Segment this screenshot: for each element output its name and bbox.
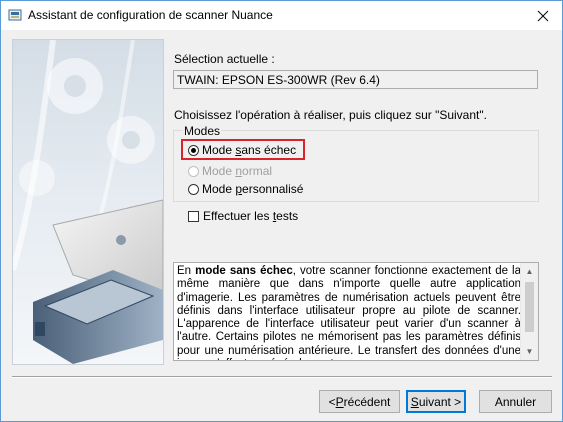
description-textbox[interactable]: En mode sans échec, votre scanner foncti… bbox=[173, 262, 539, 361]
radio-indicator bbox=[188, 144, 199, 156]
description-text: En mode sans échec, votre scanner foncti… bbox=[177, 265, 521, 360]
scroll-thumb[interactable] bbox=[525, 282, 534, 332]
wizard-side-image bbox=[12, 39, 164, 365]
back-button[interactable]: < Précédent bbox=[319, 390, 400, 413]
scroll-up-icon[interactable]: ▲ bbox=[521, 263, 538, 280]
radio-label: Mode sans échec bbox=[202, 143, 297, 157]
dialog-window: Assistant de configuration de scanner Nu… bbox=[0, 0, 563, 422]
window-title: Assistant de configuration de scanner Nu… bbox=[28, 8, 273, 22]
radio-label: Mode normal bbox=[202, 164, 273, 178]
radio-indicator bbox=[188, 183, 199, 195]
scroll-down-icon[interactable]: ▼ bbox=[521, 343, 538, 360]
checkbox-indicator bbox=[188, 210, 199, 222]
radio-normal-mode[interactable]: Mode normal bbox=[188, 164, 272, 178]
radio-safe-mode[interactable]: Mode sans échec bbox=[188, 143, 296, 157]
nuance-scanner-icon bbox=[8, 8, 22, 22]
modes-legend: Modes bbox=[183, 124, 222, 138]
close-icon bbox=[537, 10, 549, 21]
description-scrollbar[interactable]: ▲ ▼ bbox=[520, 263, 538, 360]
next-button[interactable]: Suivant > bbox=[406, 390, 466, 413]
current-selection-label: Sélection actuelle : bbox=[174, 52, 275, 66]
current-selection-field: TWAIN: EPSON ES-300WR (Rev 6.4) bbox=[173, 70, 538, 89]
close-button[interactable] bbox=[524, 1, 562, 30]
cancel-button[interactable]: Annuler bbox=[479, 390, 552, 413]
instruction-text: Choisissez l'opération à réaliser, puis … bbox=[174, 108, 487, 122]
radio-custom-mode[interactable]: Mode personnalisé bbox=[188, 182, 303, 196]
radio-indicator bbox=[188, 165, 199, 177]
footer-separator bbox=[12, 376, 552, 378]
run-tests-checkbox[interactable]: Effectuer les tests bbox=[188, 209, 298, 223]
checkbox-label: Effectuer les tests bbox=[203, 209, 299, 223]
radio-label: Mode personnalisé bbox=[202, 182, 304, 196]
title-bar: Assistant de configuration de scanner Nu… bbox=[1, 1, 562, 30]
